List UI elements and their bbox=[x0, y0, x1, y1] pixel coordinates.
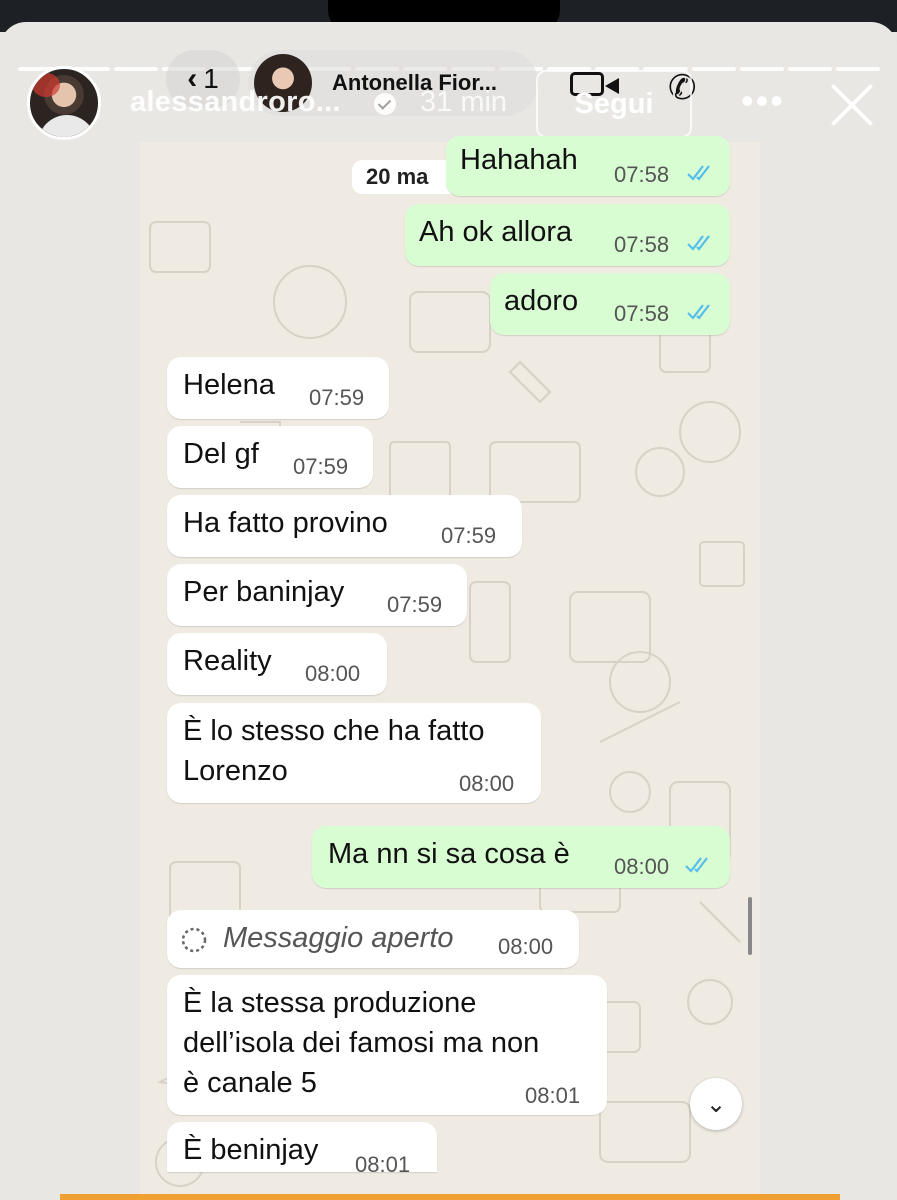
reply-bar-edge bbox=[60, 1194, 840, 1200]
story-progress-segment bbox=[114, 67, 159, 71]
message-text: È beninjay bbox=[183, 1134, 319, 1166]
story-username[interactable]: alessandroro... bbox=[130, 86, 341, 119]
message-text: Helena bbox=[183, 369, 275, 401]
message-time: 07:59 bbox=[441, 523, 497, 548]
message-text: È lo stesso che ha fatto Lorenzo bbox=[183, 715, 485, 787]
message-time: 08:01 bbox=[355, 1152, 411, 1177]
message-text: Ma nn si sa cosa è bbox=[328, 838, 570, 870]
story-progress-segment bbox=[739, 67, 784, 71]
message-bubble-incoming[interactable]: Reality 08:00 bbox=[167, 633, 387, 695]
message-bubble-incoming[interactable]: È beninjay 08:01 bbox=[167, 1122, 437, 1177]
message-bubble-incoming[interactable]: Per baninjay 07:59 bbox=[167, 564, 467, 626]
message-time: 07:59 bbox=[309, 385, 365, 410]
story-time-ago: 31 min bbox=[420, 86, 508, 118]
story-progress-segment bbox=[691, 67, 736, 71]
more-horizontal-icon[interactable]: ••• bbox=[741, 83, 785, 119]
message-bubble-incoming[interactable]: Helena 07:59 bbox=[167, 357, 389, 419]
message-text: Ah ok allora bbox=[419, 216, 573, 248]
message-bubble-incoming[interactable]: È lo stesso che ha fatto Lorenzo 08:00 bbox=[167, 703, 541, 803]
verified-badge-icon bbox=[374, 93, 396, 115]
story-progress-segment bbox=[787, 67, 832, 71]
follow-button[interactable]: Segui bbox=[536, 70, 692, 138]
date-chip-label: 20 ma bbox=[366, 164, 429, 189]
view-once-label: Messaggio aperto bbox=[223, 922, 454, 954]
message-time: 07:58 bbox=[614, 162, 670, 187]
message-time: 08:00 bbox=[498, 934, 554, 959]
message-text: Hahahah bbox=[460, 144, 578, 176]
message-text: adoro bbox=[504, 285, 579, 317]
message-bubble-outgoing[interactable]: Ma nn si sa cosa è 08:00 bbox=[312, 826, 730, 888]
read-ticks-icon bbox=[684, 856, 714, 874]
scrollbar[interactable] bbox=[748, 897, 752, 955]
message-text: Per baninjay bbox=[183, 576, 345, 608]
message-text: Ha fatto provino bbox=[183, 507, 388, 539]
date-chip: 20 ma bbox=[352, 160, 458, 194]
message-text: Reality bbox=[183, 645, 272, 677]
message-text: È la stessa produzione dell’isola dei fa… bbox=[183, 987, 540, 1099]
chevron-down-icon: ⌄ bbox=[705, 1090, 727, 1118]
message-bubble-incoming[interactable]: È la stessa produzione dell’isola dei fa… bbox=[167, 975, 607, 1115]
story-user-avatar[interactable] bbox=[27, 66, 101, 140]
message-bubble-view-once[interactable]: Messaggio aperto 08:00 bbox=[167, 910, 579, 968]
message-time: 07:58 bbox=[614, 232, 670, 257]
scroll-down-button[interactable]: ⌄ bbox=[690, 1078, 742, 1130]
message-bubble-incoming[interactable]: Ha fatto provino 07:59 bbox=[167, 495, 522, 557]
message-time: 08:00 bbox=[614, 854, 670, 879]
message-bubble-incoming[interactable]: Del gf 07:59 bbox=[167, 426, 373, 488]
message-time: 08:00 bbox=[459, 771, 515, 796]
message-time: 07:59 bbox=[293, 454, 349, 479]
message-bubble-outgoing[interactable]: adoro 07:58 bbox=[490, 273, 730, 335]
avatar-shirt bbox=[38, 115, 96, 137]
message-time: 07:59 bbox=[387, 592, 443, 617]
avatar-light bbox=[32, 73, 60, 97]
read-ticks-icon bbox=[686, 303, 716, 321]
story-progress-segment bbox=[835, 67, 880, 71]
message-time: 07:58 bbox=[614, 301, 670, 326]
message-bubble-outgoing[interactable]: Ah ok allora 07:58 bbox=[405, 204, 730, 266]
message-text: Del gf bbox=[183, 438, 259, 470]
close-icon[interactable] bbox=[826, 80, 876, 130]
message-bubble-outgoing[interactable]: Hahahah 07:58 bbox=[446, 136, 730, 196]
view-once-opened-icon bbox=[181, 927, 207, 953]
message-time: 08:01 bbox=[525, 1083, 581, 1108]
read-ticks-icon bbox=[686, 164, 716, 182]
message-time: 08:00 bbox=[305, 661, 361, 686]
read-ticks-icon bbox=[686, 234, 716, 252]
